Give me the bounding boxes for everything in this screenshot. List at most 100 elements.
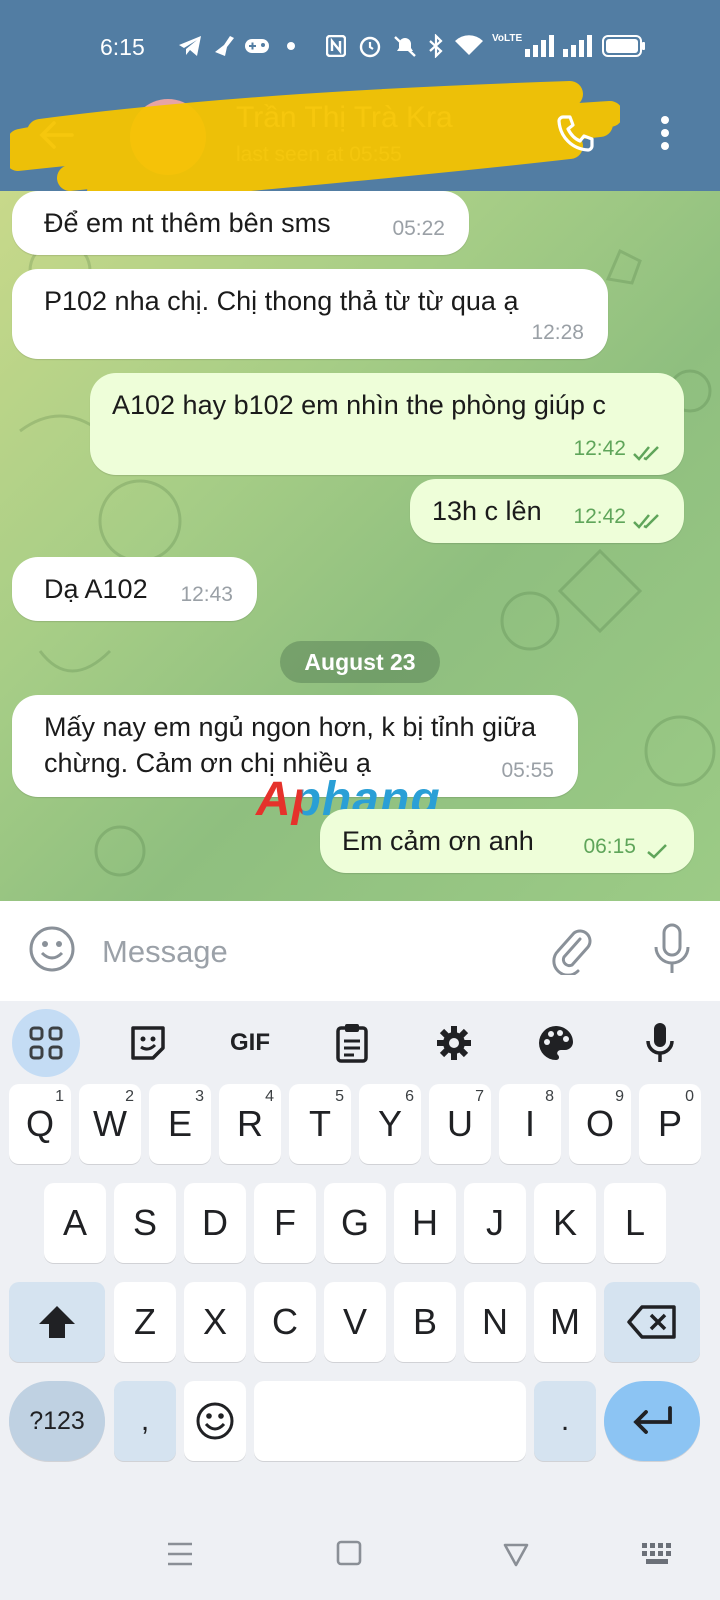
message-time: 05:55 bbox=[501, 759, 554, 782]
chat-area[interactable]: Để em nt thêm bên sms 05:22 P102 nha chị… bbox=[0, 191, 720, 901]
key-l[interactable]: L bbox=[604, 1183, 666, 1263]
message-text: Em cảm ơn anh bbox=[342, 826, 534, 856]
message-bubble-outgoing[interactable]: A102 hay b102 em nhìn the phòng giúp c 1… bbox=[90, 373, 684, 475]
key-u[interactable]: U7 bbox=[429, 1084, 491, 1164]
key-b[interactable]: B bbox=[394, 1282, 456, 1362]
key-v[interactable]: V bbox=[324, 1282, 386, 1362]
key-label: W bbox=[93, 1103, 127, 1144]
message-time: 06:15 bbox=[583, 835, 636, 858]
shift-key[interactable] bbox=[9, 1282, 105, 1362]
shift-icon bbox=[39, 1306, 75, 1338]
system-nav-bar bbox=[0, 1513, 720, 1600]
backspace-key[interactable] bbox=[604, 1282, 700, 1362]
palette-icon[interactable] bbox=[522, 1015, 590, 1071]
microphone-icon[interactable] bbox=[652, 923, 692, 982]
key-hint: 7 bbox=[475, 1088, 484, 1105]
message-text: P102 nha chị. Chị thong thả từ từ qua ạ bbox=[44, 286, 519, 316]
key-d[interactable]: D bbox=[184, 1183, 246, 1263]
symbols-key[interactable]: ?123 bbox=[9, 1381, 105, 1461]
check-icon bbox=[647, 844, 667, 859]
backspace-icon bbox=[627, 1305, 676, 1339]
spacebar-key[interactable] bbox=[254, 1381, 526, 1461]
key-hint: 6 bbox=[405, 1088, 414, 1105]
key-w[interactable]: W2 bbox=[79, 1084, 141, 1164]
battery-full-icon bbox=[602, 34, 646, 58]
key-z[interactable]: Z bbox=[114, 1282, 176, 1362]
volte-icon: VoLTE bbox=[492, 33, 523, 44]
message-text: Dạ A102 bbox=[44, 574, 148, 604]
comma-key[interactable]: , bbox=[114, 1381, 176, 1461]
message-time: 12:28 bbox=[531, 321, 584, 344]
voice-input-icon[interactable] bbox=[626, 1015, 694, 1071]
message-text: Để em nt thêm bên sms bbox=[44, 208, 331, 238]
key-m[interactable]: M bbox=[534, 1282, 596, 1362]
key-j[interactable]: J bbox=[464, 1183, 526, 1263]
emoji-key[interactable] bbox=[184, 1381, 246, 1461]
key-r[interactable]: R4 bbox=[219, 1084, 281, 1164]
paperclip-icon[interactable] bbox=[550, 927, 594, 980]
date-divider: August 23 bbox=[280, 641, 440, 683]
clipboard-icon[interactable] bbox=[318, 1015, 386, 1071]
message-time: 12:43 bbox=[180, 583, 233, 606]
broom-icon bbox=[212, 34, 238, 58]
apps-grid-icon[interactable] bbox=[12, 1009, 80, 1077]
key-y[interactable]: Y6 bbox=[359, 1084, 421, 1164]
key-g[interactable]: G bbox=[324, 1183, 386, 1263]
gif-button[interactable]: GIF bbox=[216, 1015, 284, 1071]
message-bubble-incoming[interactable]: Để em nt thêm bên sms 05:22 bbox=[12, 191, 469, 255]
more-vert-icon[interactable] bbox=[660, 115, 670, 151]
signal-icon-2 bbox=[562, 34, 592, 58]
key-label: Q bbox=[25, 1103, 54, 1144]
key-q[interactable]: Q1 bbox=[9, 1084, 71, 1164]
key-p[interactable]: P0 bbox=[639, 1084, 701, 1164]
keyboard-hide-icon[interactable] bbox=[640, 1541, 674, 1572]
key-s[interactable]: S bbox=[114, 1183, 176, 1263]
home-icon[interactable] bbox=[336, 1540, 362, 1571]
key-hint: 9 bbox=[615, 1088, 624, 1105]
emoji-icon[interactable] bbox=[28, 925, 76, 978]
key-label: U bbox=[447, 1103, 473, 1144]
key-label: I bbox=[524, 1103, 535, 1144]
message-text: A102 hay b102 em nhìn the phòng giúp c bbox=[112, 390, 606, 420]
gamepad-icon bbox=[244, 34, 270, 58]
key-n[interactable]: N bbox=[464, 1282, 526, 1362]
sticker-icon[interactable] bbox=[114, 1015, 182, 1071]
telegram-icon bbox=[178, 34, 202, 58]
enter-key[interactable] bbox=[604, 1381, 700, 1461]
wifi-icon bbox=[454, 34, 484, 58]
message-text: 13h c lên bbox=[432, 496, 542, 526]
key-label: P bbox=[657, 1103, 682, 1144]
key-hint: 4 bbox=[265, 1088, 274, 1105]
key-x[interactable]: X bbox=[184, 1282, 246, 1362]
key-a[interactable]: A bbox=[44, 1183, 106, 1263]
period-key[interactable]: . bbox=[534, 1381, 596, 1461]
message-time: 12:42 bbox=[573, 437, 626, 460]
message-bubble-incoming[interactable]: P102 nha chị. Chị thong thả từ từ qua ạ … bbox=[12, 269, 608, 359]
key-k[interactable]: K bbox=[534, 1183, 596, 1263]
message-time: 05:22 bbox=[392, 217, 445, 240]
key-t[interactable]: T5 bbox=[289, 1084, 351, 1164]
phone-call-icon[interactable] bbox=[555, 113, 595, 158]
back-icon[interactable] bbox=[503, 1541, 529, 1572]
emoji-key-icon bbox=[196, 1402, 234, 1440]
message-bubble-outgoing[interactable]: 13h c lên 12:42 bbox=[410, 479, 684, 543]
signal-icon-1 bbox=[524, 34, 554, 58]
key-label: T bbox=[309, 1103, 331, 1144]
recent-apps-icon[interactable] bbox=[166, 1541, 194, 1572]
message-bubble-outgoing[interactable]: Em cảm ơn anh 06:15 bbox=[320, 809, 694, 873]
key-hint: 1 bbox=[55, 1088, 64, 1105]
keyboard: GIF Q1 W2 E3 R4 T5 Y6 U7 I8 O9 P0 A S D … bbox=[0, 1001, 720, 1513]
alarm-icon bbox=[358, 34, 382, 58]
message-input-bar bbox=[0, 901, 720, 1001]
key-e[interactable]: E3 bbox=[149, 1084, 211, 1164]
key-i[interactable]: I8 bbox=[499, 1084, 561, 1164]
message-input[interactable] bbox=[100, 929, 524, 975]
key-o[interactable]: O9 bbox=[569, 1084, 631, 1164]
key-f[interactable]: F bbox=[254, 1183, 316, 1263]
dot-icon bbox=[286, 34, 296, 58]
message-time: 12:42 bbox=[573, 505, 626, 528]
message-bubble-incoming[interactable]: Dạ A102 12:43 bbox=[12, 557, 257, 621]
key-h[interactable]: H bbox=[394, 1183, 456, 1263]
key-c[interactable]: C bbox=[254, 1282, 316, 1362]
settings-gear-icon[interactable] bbox=[420, 1015, 488, 1071]
